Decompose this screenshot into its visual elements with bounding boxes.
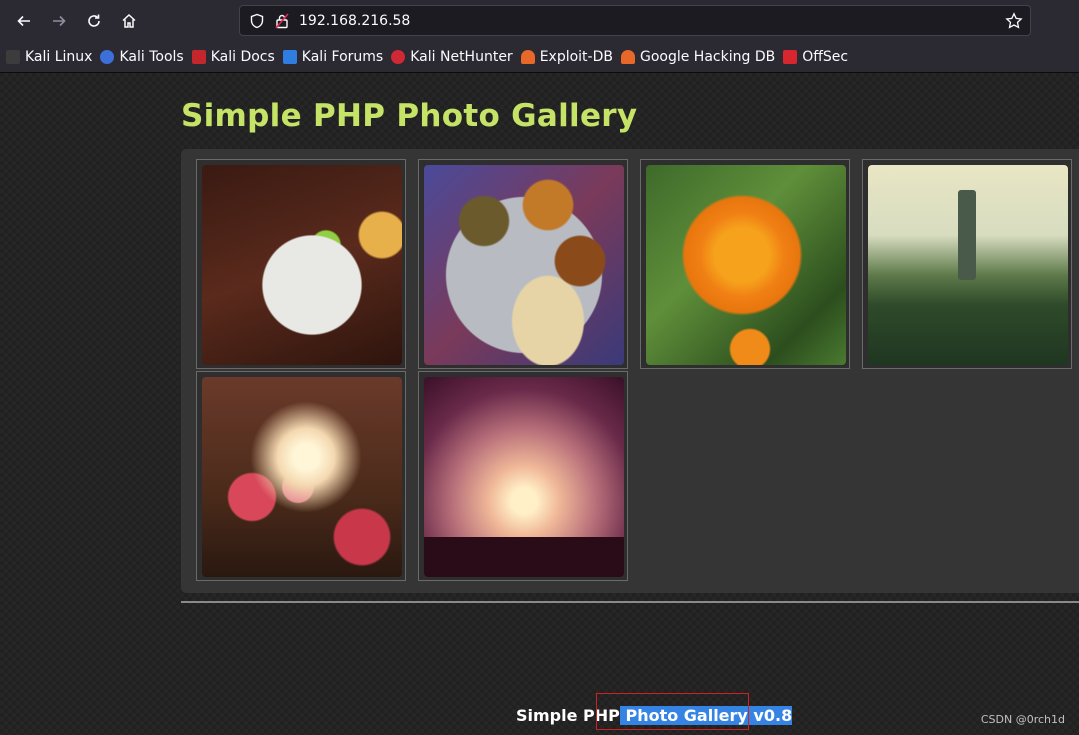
exploit-db-icon <box>520 50 535 64</box>
ghdb-icon <box>620 50 635 64</box>
address-bar[interactable]: 192.168.216.58 <box>239 5 1031 36</box>
kali-dragon-icon <box>6 50 20 64</box>
bookmarks-toolbar: Kali Linux Kali Tools Kali Docs Kali For… <box>0 42 1079 73</box>
bookmark-kali-linux[interactable]: Kali Linux <box>6 49 92 65</box>
bookmark-kali-nethunter[interactable]: Kali NetHunter <box>391 49 513 65</box>
photo-thali <box>424 165 624 365</box>
kali-tools-icon <box>100 50 115 64</box>
photo-sunset-plants <box>424 377 624 577</box>
bookmark-exploit-db[interactable]: Exploit-DB <box>520 49 613 65</box>
back-button[interactable] <box>13 10 35 32</box>
bookmark-kali-forums[interactable]: Kali Forums <box>282 49 383 65</box>
photo-marigold <box>646 165 846 365</box>
photo-bougainvillea <box>202 377 402 577</box>
url-text[interactable]: 192.168.216.58 <box>299 13 410 29</box>
forward-arrow-icon <box>53 15 66 27</box>
photo-thumbnail-1[interactable] <box>196 159 406 369</box>
ground-silhouette <box>424 537 624 577</box>
photo-thumbnail-4[interactable] <box>862 159 1072 369</box>
home-button[interactable] <box>118 10 140 32</box>
reload-icon <box>88 14 100 27</box>
fountain-shape <box>958 190 976 280</box>
photo-thumbnail-5[interactable] <box>196 371 406 581</box>
bookmark-google-hacking-db[interactable]: Google Hacking DB <box>620 49 775 65</box>
page-content: Simple PHP Photo Gallery Simple PHP Phot… <box>0 73 1079 735</box>
offsec-icon <box>783 50 798 64</box>
photo-thumbnail-6[interactable] <box>418 371 628 581</box>
bookmark-kali-docs[interactable]: Kali Docs <box>191 49 275 65</box>
home-icon <box>122 13 136 28</box>
kali-docs-icon <box>191 50 206 64</box>
bookmark-kali-tools[interactable]: Kali Tools <box>100 49 184 65</box>
kali-forums-icon <box>282 50 297 64</box>
bookmark-offsec[interactable]: OffSec <box>783 49 848 65</box>
photo-thumbnail-2[interactable] <box>418 159 628 369</box>
photo-gallery <box>181 149 1079 593</box>
reload-button[interactable] <box>83 10 105 32</box>
bookmark-star-icon[interactable] <box>1005 12 1023 30</box>
insecure-lock-icon[interactable] <box>275 12 289 29</box>
tracking-shield-icon[interactable] <box>249 13 265 29</box>
forward-button[interactable] <box>48 10 70 32</box>
photo-thumbnail-3[interactable] <box>640 159 850 369</box>
browser-toolbar: 192.168.216.58 <box>0 0 1079 42</box>
nethunter-icon <box>391 50 406 64</box>
photo-fountain <box>868 165 1068 365</box>
photo-breakfast <box>202 165 402 365</box>
watermark: CSDN @0rch1d <box>980 713 1065 726</box>
back-arrow-icon <box>17 15 30 27</box>
page-title: Simple PHP Photo Gallery <box>181 98 638 134</box>
divider <box>181 601 1079 603</box>
highlight-box <box>596 693 749 730</box>
